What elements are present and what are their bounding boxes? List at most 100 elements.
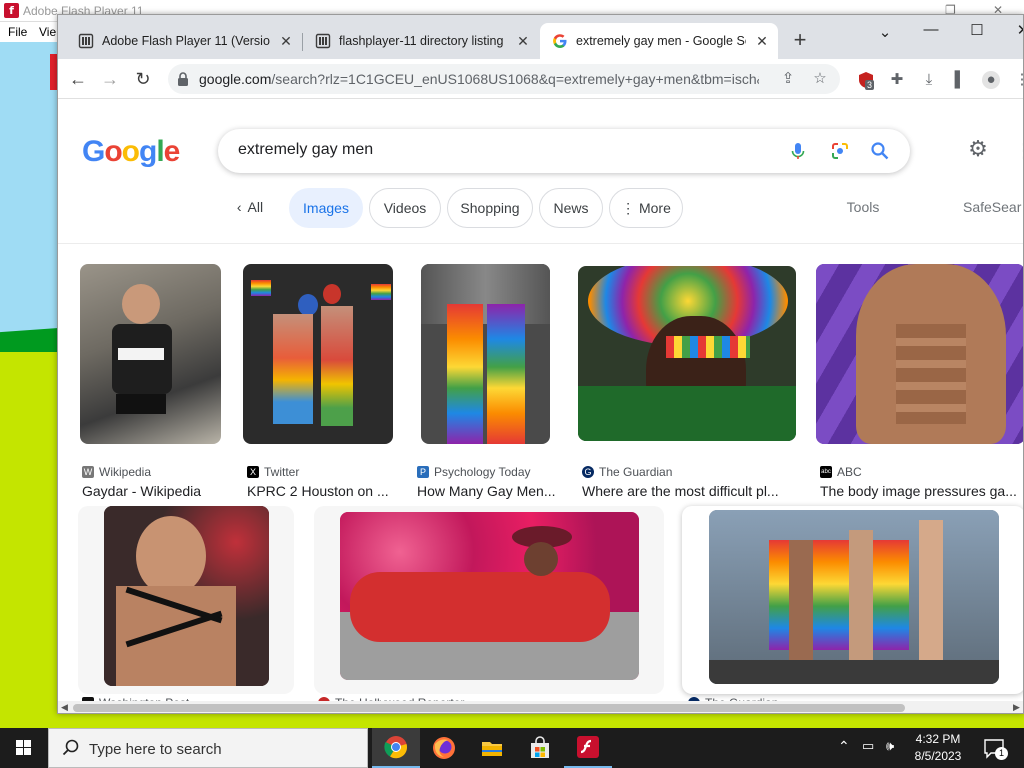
tab-title: extremely gay men - Google Sea (576, 34, 746, 48)
tab-flash-player[interactable]: Adobe Flash Player 11 (Version 1 ✕ (66, 23, 302, 59)
lens-camera-icon[interactable] (830, 141, 850, 161)
tab-search-chevron-icon[interactable]: ⌄ (870, 23, 900, 41)
twitter-x-icon: X (247, 466, 259, 478)
close-window-icon[interactable]: ✕ (1008, 21, 1023, 39)
taskbar-chrome[interactable] (372, 728, 420, 768)
volume-icon[interactable]: 🕪 (886, 738, 894, 754)
more-options-icon[interactable]: ⋮ (1014, 138, 1023, 163)
flash-menu-file[interactable]: File (8, 25, 27, 39)
chip-news[interactable]: News (539, 188, 603, 228)
chrome-window: Adobe Flash Player 11 (Version 1 ✕ flash… (57, 14, 1024, 714)
archive-icon (315, 33, 331, 49)
scroll-left-arrow-icon[interactable]: ◀ (61, 702, 68, 713)
tray-overflow-chevron-icon[interactable]: ⌃ (838, 738, 850, 755)
new-tab-button[interactable]: + (788, 29, 812, 53)
close-tab-icon[interactable]: ✕ (278, 33, 294, 49)
start-button[interactable] (0, 728, 48, 768)
extensions-puzzle-icon[interactable]: ✚ (888, 71, 906, 89)
taskbar-file-explorer[interactable] (468, 728, 516, 768)
horizontal-scrollbar[interactable]: ◀ ▶ (58, 701, 1023, 713)
chip-videos[interactable]: Videos (369, 188, 441, 228)
back-icon[interactable]: ← (66, 67, 90, 91)
result-source[interactable]: W Wikipedia (82, 465, 151, 479)
search-box[interactable]: extremely gay men (218, 129, 910, 173)
chevron-left-icon: ‹ (236, 199, 242, 215)
result-caption[interactable]: KPRC 2 Houston on ... (247, 483, 397, 499)
flash-doc-icon (78, 33, 94, 49)
guardian-icon: G (582, 466, 594, 478)
google-g-icon (552, 33, 568, 49)
notification-center-icon[interactable]: 1 (982, 736, 1008, 760)
source-label: ABC (837, 465, 862, 479)
side-panel-icon[interactable]: ▌ (951, 71, 969, 89)
search-icon[interactable] (870, 141, 890, 161)
tools-label: Tools (846, 199, 880, 215)
image-result-thumbnail[interactable] (578, 266, 796, 441)
image-result-thumbnail[interactable] (709, 510, 999, 684)
tools-button[interactable]: Tools (838, 188, 888, 228)
taskbar-firefox[interactable] (420, 728, 468, 768)
close-tab-icon[interactable]: ✕ (515, 33, 531, 49)
reload-icon[interactable]: ↻ (131, 67, 155, 91)
taskbar-search-placeholder: Type here to search (89, 741, 222, 758)
result-caption[interactable]: Where are the most difficult pl... (582, 483, 794, 499)
close-tab-icon[interactable]: ✕ (754, 33, 770, 49)
url-path: /search?rlz=1C1GCEU_enUS1068US1068&q=ext… (271, 71, 759, 87)
result-caption[interactable]: How Many Gay Men... (417, 483, 562, 499)
taskbar-clock[interactable]: 4:32 PM 8/5/2023 (908, 731, 968, 765)
profile-avatar-icon[interactable]: ● (982, 71, 1000, 89)
source-label: Twitter (264, 465, 300, 479)
taskbar-search-box[interactable]: Type here to search (48, 728, 368, 768)
chip-all[interactable]: ‹ All (226, 188, 274, 228)
share-icon[interactable]: ⇪ (780, 71, 796, 87)
tab-google-search[interactable]: extremely gay men - Google Sea ✕ (540, 23, 778, 59)
flash-menu-view[interactable]: Vie (39, 25, 56, 39)
result-source[interactable]: abc ABC (820, 465, 862, 479)
microphone-icon[interactable] (788, 141, 808, 161)
extension-shield-icon[interactable]: 3 (857, 71, 875, 90)
maximize-icon[interactable]: ☐ (962, 21, 992, 39)
chip-images[interactable]: Images (289, 188, 363, 228)
result-source[interactable]: P Psychology Today (417, 465, 531, 479)
image-result-thumbnail[interactable] (243, 264, 393, 444)
settings-gear-icon[interactable]: ⚙ (966, 137, 990, 161)
chip-shopping[interactable]: Shopping (447, 188, 533, 228)
bookmark-star-icon[interactable]: ☆ (812, 71, 828, 87)
network-icon[interactable]: ▭ (862, 738, 874, 754)
chip-label: More (638, 200, 671, 216)
image-result-card[interactable] (78, 506, 294, 694)
taskbar-flash-player[interactable] (564, 728, 612, 768)
result-caption[interactable]: The body image pressures ga... (820, 483, 1023, 499)
image-result-thumbnail[interactable] (104, 506, 269, 686)
result-caption[interactable]: Gaydar - Wikipedia (82, 483, 232, 499)
scrollbar-thumb[interactable] (73, 704, 905, 712)
search-query[interactable]: extremely gay men (238, 141, 373, 159)
result-source[interactable]: X Twitter (247, 465, 299, 479)
tab-title: flashplayer-11 directory listing (339, 34, 504, 48)
image-result-thumbnail[interactable] (340, 512, 639, 680)
image-result-card[interactable] (314, 506, 664, 694)
taskbar-store[interactable] (516, 728, 564, 768)
tab-directory-listing[interactable]: flashplayer-11 directory listing ✕ (303, 23, 539, 59)
scroll-right-arrow-icon[interactable]: ▶ (1013, 702, 1020, 713)
url-text: google.com/search?rlz=1C1GCEU_enUS1068US… (199, 71, 759, 87)
safesearch-button[interactable]: SafeSear (963, 188, 1023, 228)
chip-more[interactable]: ⋮ More (609, 188, 683, 228)
wikipedia-icon: W (82, 466, 94, 478)
image-result-card[interactable] (682, 506, 1023, 694)
forward-icon[interactable]: → (98, 67, 122, 91)
image-result-thumbnail[interactable] (80, 264, 221, 444)
result-source[interactable]: G The Guardian (582, 465, 672, 479)
image-result-thumbnail[interactable] (421, 264, 550, 444)
address-bar[interactable]: google.com/search?rlz=1C1GCEU_enUS1068US… (168, 64, 840, 94)
safesearch-label: SafeSear (963, 199, 1022, 215)
google-logo[interactable]: Google (82, 135, 180, 169)
image-result-thumbnail[interactable] (816, 264, 1023, 444)
clock-time: 4:32 PM (915, 732, 961, 746)
minimize-icon[interactable]: — (916, 21, 946, 38)
divider (58, 243, 1023, 244)
browser-toolbar: ← → ↻ google.com/search?rlz=1C1GCEU_enUS… (58, 59, 1023, 99)
download-icon[interactable]: ⤓ (920, 71, 938, 89)
flash-logo-icon: f (4, 3, 19, 18)
chrome-menu-icon[interactable]: ⋮ (1013, 71, 1024, 89)
